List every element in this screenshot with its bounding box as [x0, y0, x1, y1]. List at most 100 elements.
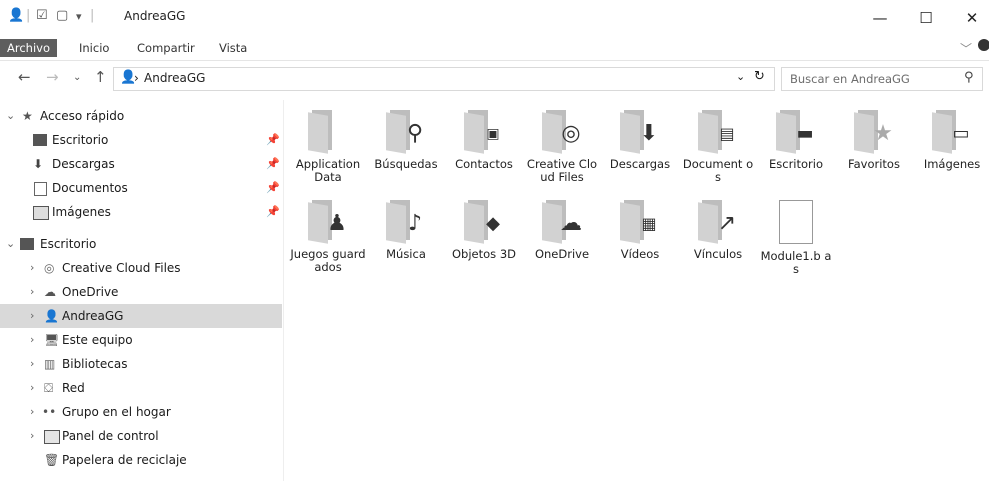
maximize-button[interactable]: ☐	[906, 4, 946, 32]
item-musica[interactable]: ♪ Música	[368, 190, 444, 261]
games-icon: ♟	[304, 200, 352, 244]
nav-label: Escritorio	[40, 237, 97, 251]
nav-quick-descargas[interactable]: ⬇ Descargas 📌	[0, 152, 282, 176]
breadcrumb-separator: ›	[134, 71, 139, 85]
item-contactos[interactable]: ▣ Contactos	[446, 100, 522, 171]
nav-bibliotecas[interactable]: › ▥ Bibliotecas	[0, 352, 282, 376]
address-dropdown-icon[interactable]: ⌄	[736, 70, 745, 83]
chevron-right-icon[interactable]: ›	[30, 328, 34, 352]
item-application-data[interactable]: Application Data	[290, 100, 366, 184]
tab-inicio[interactable]: Inicio	[72, 39, 116, 57]
nav-papelera[interactable]: 🗑 Papelera de reciclaje	[0, 448, 282, 472]
item-label: Descargas	[609, 157, 671, 171]
item-documentos[interactable]: ▤ Document os	[680, 100, 756, 184]
pin-icon[interactable]: 📌	[266, 128, 280, 152]
chevron-right-icon[interactable]: ›	[30, 400, 34, 424]
item-module1-bas[interactable]: Module1.b as	[758, 190, 834, 276]
search-input[interactable]	[788, 70, 962, 88]
search-box[interactable]: ⚲	[781, 67, 983, 91]
close-button[interactable]: ✕	[952, 4, 989, 32]
expand-icon[interactable]: ⌄	[6, 232, 15, 256]
nav-quick-access[interactable]: ⌄ ★ Acceso rápido	[0, 104, 282, 128]
nav-quick-imagenes[interactable]: Imágenes 📌	[0, 200, 282, 224]
link-arrow-icon: ↗	[694, 200, 742, 244]
address-bar[interactable]: 👤 › AndreaGG ⌄ ↻	[113, 67, 775, 91]
properties-icon[interactable]: ☑	[36, 8, 48, 23]
network-icon: ⛋	[44, 381, 54, 395]
chevron-right-icon[interactable]: ›	[30, 376, 34, 400]
nav-grupo-hogar[interactable]: › •• Grupo en el hogar	[0, 400, 282, 424]
expand-ribbon-icon[interactable]: ﹀	[960, 40, 972, 57]
library-icon: ▥	[44, 357, 56, 371]
search-icon[interactable]: ⚲	[964, 70, 974, 85]
new-folder-icon[interactable]: ▢	[56, 8, 68, 23]
pin-icon[interactable]: 📌	[266, 176, 280, 200]
pin-icon[interactable]: 📌	[266, 200, 280, 224]
item-vinculos[interactable]: ↗ Vínculos	[680, 190, 756, 261]
navigation-pane: ⌄ ★ Acceso rápido Escritorio 📌 ⬇ Descarg…	[0, 100, 284, 481]
tab-compartir[interactable]: Compartir	[130, 39, 202, 57]
tab-archivo[interactable]: Archivo	[0, 39, 57, 57]
customize-toolbar-icon[interactable]: ▾	[76, 10, 82, 23]
item-onedrive[interactable]: ☁ OneDrive	[524, 190, 600, 261]
nav-panel-control[interactable]: › Panel de control	[0, 424, 282, 448]
item-objetos-3d[interactable]: ◆ Objetos 3D	[446, 190, 522, 261]
download-icon: ⬇	[33, 157, 44, 171]
refresh-icon[interactable]: ↻	[754, 69, 765, 84]
nav-quick-escritorio[interactable]: Escritorio 📌	[0, 128, 282, 152]
nav-onedrive[interactable]: › ☁ OneDrive	[0, 280, 282, 304]
tab-vista[interactable]: Vista	[212, 39, 254, 57]
minimize-button[interactable]: —	[860, 4, 900, 32]
nav-label: Escritorio	[52, 133, 109, 147]
cloud-icon: ☁	[44, 285, 56, 299]
up-arrow-icon[interactable]: ↑	[94, 68, 107, 86]
ribbon-tabs: Archivo Inicio Compartir Vista ﹀	[0, 36, 989, 61]
chevron-right-icon[interactable]: ›	[30, 424, 34, 448]
nav-label: AndreaGG	[62, 309, 124, 323]
cloud-icon: ☁	[538, 200, 586, 244]
item-escritorio[interactable]: ▬ Escritorio	[758, 100, 834, 171]
item-label: OneDrive	[534, 247, 590, 261]
item-label: Document os	[682, 157, 754, 184]
image-icon	[33, 206, 49, 220]
item-label: Creative Cloud Files	[526, 157, 598, 184]
expand-icon[interactable]: ⌄	[6, 104, 15, 128]
back-arrow-icon[interactable]: ←	[18, 68, 31, 86]
pin-icon[interactable]: 📌	[266, 152, 280, 176]
chevron-right-icon[interactable]: ›	[30, 352, 34, 376]
item-imagenes[interactable]: ▭ Imágenes	[914, 100, 989, 171]
nav-label: Red	[62, 381, 85, 395]
nav-escritorio[interactable]: ⌄ Escritorio	[0, 232, 282, 256]
item-label: Application Data	[295, 157, 361, 184]
nav-quick-documentos[interactable]: Documentos 📌	[0, 176, 282, 200]
recent-locations-icon[interactable]: ⌄	[73, 72, 81, 83]
music-icon: ♪	[382, 200, 430, 244]
chevron-right-icon[interactable]: ›	[30, 280, 34, 304]
nav-andreagg[interactable]: › 👤 AndreaGG	[0, 304, 282, 328]
nav-label: Panel de control	[62, 429, 159, 443]
item-label: Module1.b as	[760, 249, 832, 276]
desktop-icon	[33, 134, 47, 146]
image-icon: ▭	[928, 110, 976, 154]
nav-red[interactable]: › ⛋ Red	[0, 376, 282, 400]
item-descargas[interactable]: ⬇ Descargas	[602, 100, 678, 171]
desktop-icon	[20, 238, 34, 250]
chevron-right-icon[interactable]: ›	[30, 256, 34, 280]
creative-cloud-icon: ◎	[538, 110, 586, 154]
chevron-right-icon[interactable]: ›	[30, 304, 34, 328]
nav-este-equipo[interactable]: › 🖥 Este equipo	[0, 328, 282, 352]
item-juegos-guardados[interactable]: ♟ Juegos guardados	[290, 190, 366, 274]
item-favoritos[interactable]: ★ Favoritos	[836, 100, 912, 171]
breadcrumb-andreagg[interactable]: AndreaGG	[144, 71, 205, 85]
video-icon: ▦	[616, 200, 664, 244]
divider: |	[90, 8, 95, 23]
address-row: ← → ⌄ ↑ 👤 › AndreaGG ⌄ ↻ ⚲	[0, 61, 989, 95]
item-busquedas[interactable]: ⚲ Búsquedas	[368, 100, 444, 171]
item-label: Búsquedas	[374, 157, 438, 171]
item-videos[interactable]: ▦ Vídeos	[602, 190, 678, 261]
homegroup-icon: ••	[42, 405, 57, 419]
help-icon[interactable]	[978, 39, 989, 51]
nav-creative-cloud-files[interactable]: › ◎ Creative Cloud Files	[0, 256, 282, 280]
forward-arrow-icon[interactable]: →	[46, 68, 59, 86]
item-creative-cloud-files[interactable]: ◎ Creative Cloud Files	[524, 100, 600, 184]
